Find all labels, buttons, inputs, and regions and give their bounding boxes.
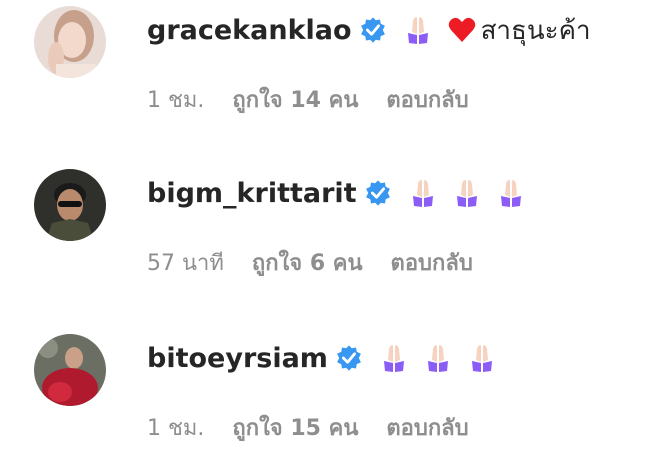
likes-count-link[interactable]: ถูกใจ 6 คน [252,245,363,280]
timestamp: 57 นาที [147,250,224,276]
verified-badge-icon [337,345,361,371]
timestamp: 1 ชม. [147,415,205,441]
comment-item: bigm_krittarit 57 นาที ถูกใจ 6 คน ตอบกลั… [0,163,657,303]
reply-button[interactable]: ตอบกลับ [386,410,468,445]
timestamp: 1 ชม. [147,87,205,113]
folded-hands-icon [500,180,521,207]
comment-text: สาธุนะค้า [480,15,591,46]
username[interactable]: bitoeyrsiam [147,343,328,374]
avatar[interactable] [34,334,106,406]
folded-hands-icon [471,345,492,372]
reply-button[interactable]: ตอบกลับ [391,245,473,280]
folded-hands-icon [456,180,477,207]
folded-hands-icon [407,17,428,44]
likes-count-link[interactable]: ถูกใจ 14 คน [232,82,358,117]
username[interactable]: gracekanklao [147,15,352,46]
username[interactable]: bigm_krittarit [147,178,357,209]
folded-hands-icon [412,180,433,207]
reply-button[interactable]: ตอบกลับ [386,82,468,117]
avatar[interactable] [34,6,106,78]
folded-hands-icon [427,345,448,372]
verified-badge-icon [360,17,385,43]
avatar[interactable] [34,169,106,241]
verified-badge-icon [365,180,390,206]
comment-item: bitoeyrsiam 1 ชม. ถูกใจ 15 คน ตอบกลับ [0,328,657,468]
comment-item: gracekanklao สาธุนะค้า 1 ชม. ถูกใจ 14 คน… [0,0,657,140]
red-heart-icon [448,17,475,42]
likes-count-link[interactable]: ถูกใจ 15 คน [232,410,358,445]
folded-hands-icon [383,345,404,372]
